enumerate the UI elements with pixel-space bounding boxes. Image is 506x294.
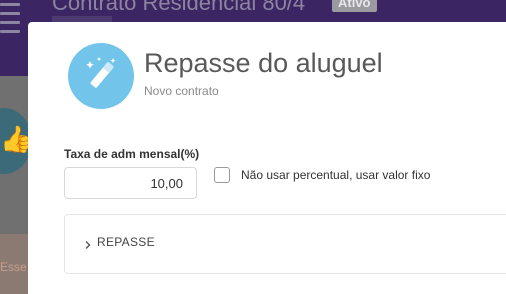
- rate-field-label: Taxa de adm mensal(%): [64, 147, 200, 161]
- repasse-section-toggle[interactable]: REPASSE: [83, 235, 155, 249]
- repasse-section: REPASSE: [64, 214, 506, 274]
- chevron-right-icon: [83, 237, 93, 249]
- fixed-value-checkbox-label[interactable]: Não usar percentual, usar valor fixo: [241, 168, 430, 182]
- modal-title: Repasse do aluguel: [144, 48, 383, 78]
- fixed-value-checkbox[interactable]: [214, 167, 230, 183]
- repasse-section-title: REPASSE: [97, 235, 155, 249]
- contract-title: Contrato Residencial 80/4: [52, 0, 306, 15]
- repasse-modal: Repasse do aluguel Novo contrato Taxa de…: [28, 22, 506, 294]
- rate-input[interactable]: [64, 167, 197, 199]
- menu-icon[interactable]: [0, 0, 22, 40]
- magic-wand-icon: [68, 43, 134, 109]
- modal-subtitle: Novo contrato: [144, 84, 219, 98]
- background-panel-text: Esse: [0, 260, 27, 274]
- status-badge: Ativo: [332, 0, 377, 12]
